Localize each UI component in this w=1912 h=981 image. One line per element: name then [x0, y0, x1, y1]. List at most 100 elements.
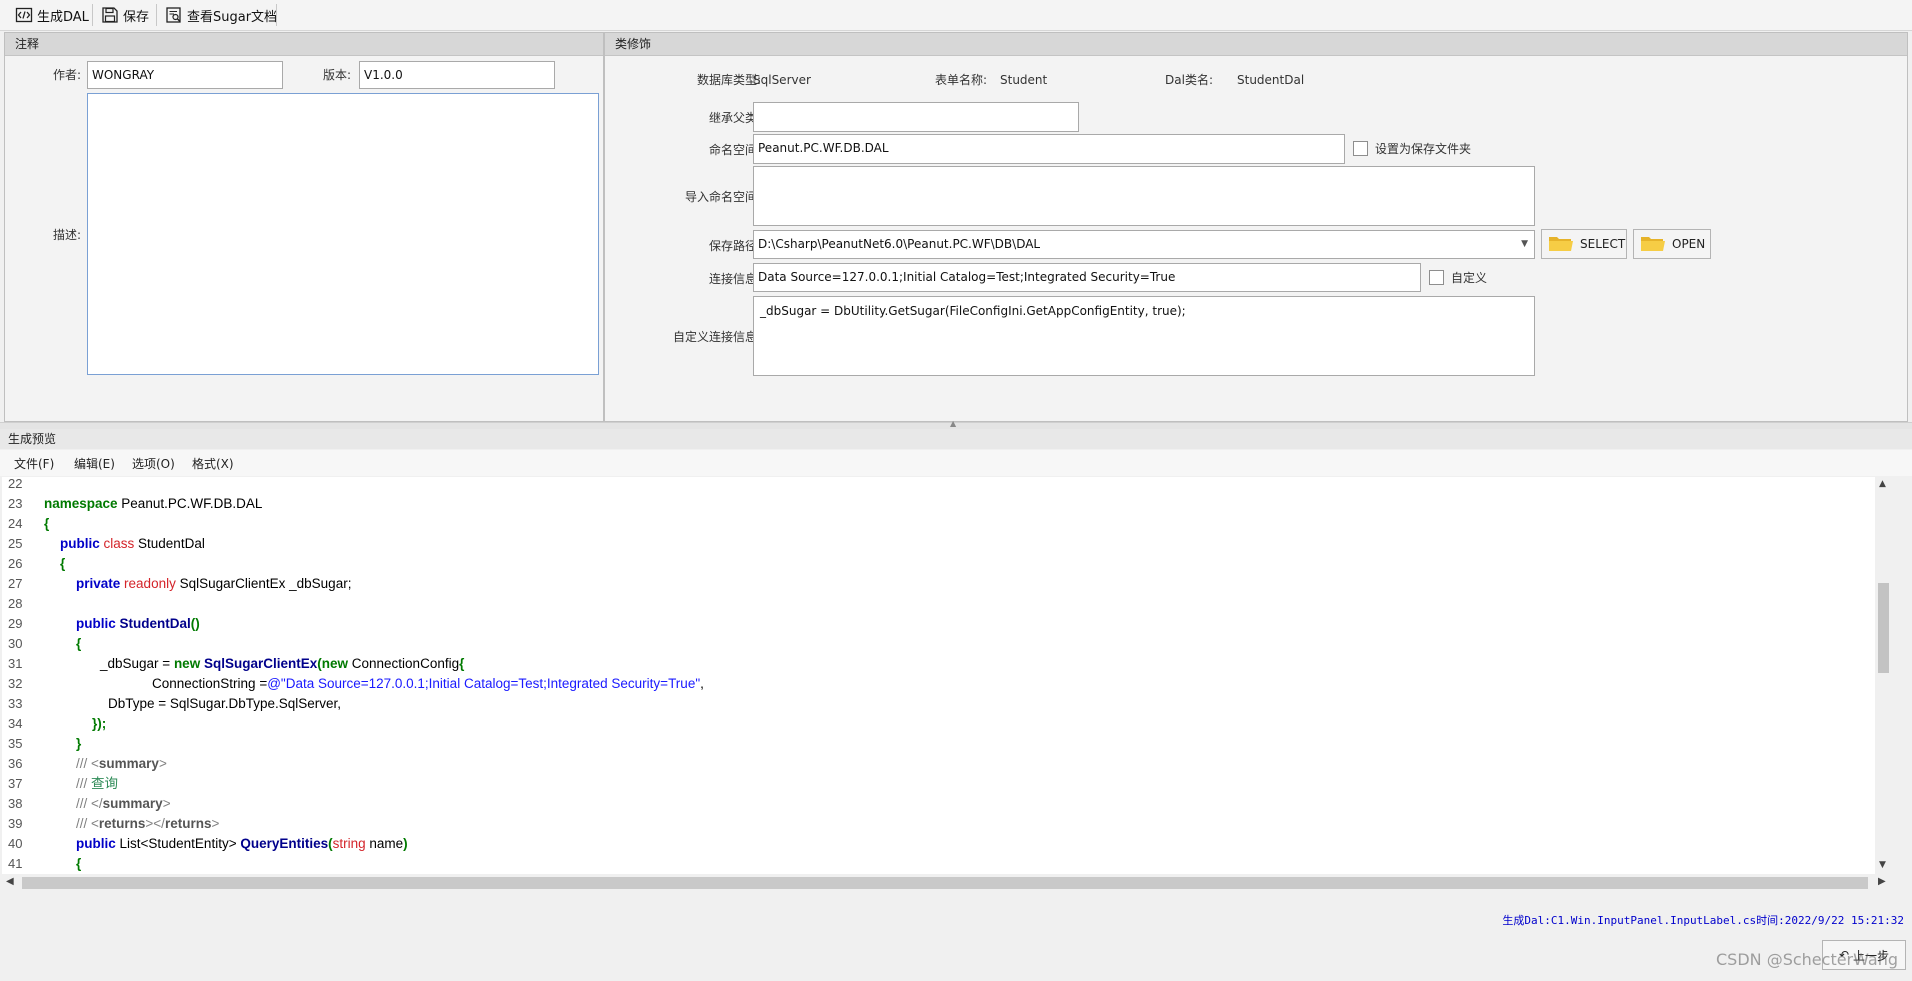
line-number: 28: [8, 596, 23, 611]
scroll-right-icon[interactable]: ▶: [1878, 876, 1886, 887]
line-number: 34: [8, 716, 23, 731]
code-line: _dbSugar = new SqlSugarClientEx(new Conn…: [100, 656, 465, 671]
status-text: 生成Dal:C1.Win.InputPanel.InputLabel.cs时间:…: [1502, 914, 1904, 927]
class-panel: 类修饰 数据库类型: SqlServer 表单名称: Student Dal类名…: [604, 32, 1908, 422]
line-number: 33: [8, 696, 23, 711]
import-namespace-label: 导入命名空间:: [684, 190, 761, 204]
open-button[interactable]: OPEN: [1633, 229, 1711, 259]
menu-edit[interactable]: 编辑(E): [74, 455, 115, 472]
vertical-scroll-thumb[interactable]: [1878, 583, 1889, 673]
comment-panel-title: 注释: [5, 33, 603, 56]
line-number: 25: [8, 536, 23, 551]
db-type-label: 数据库类型:: [696, 73, 761, 87]
line-number: 23: [8, 496, 23, 511]
collapse-icon[interactable]: ▲: [950, 419, 956, 428]
generate-dal-button[interactable]: 生成DAL: [10, 3, 94, 27]
code-line: private readonly SqlSugarClientEx _dbSug…: [76, 576, 352, 591]
code-line: {: [60, 556, 66, 571]
scroll-down-icon[interactable]: ▼: [1879, 860, 1886, 870]
document-search-icon: [165, 6, 183, 24]
save-folder-label: 设置为保存文件夹: [1375, 142, 1472, 156]
code-line: /// <summary>: [76, 756, 167, 771]
scroll-left-icon[interactable]: ◀: [6, 876, 14, 887]
code-line: {: [76, 856, 82, 871]
class-panel-title: 类修饰: [605, 33, 1907, 56]
version-label: 版本:: [322, 68, 351, 82]
line-number: 24: [8, 516, 23, 531]
code-editor[interactable]: 22 23 24 25 26 27 28 29 30 31 32 33 34 35 36 37 38 39 40 41…: [2, 477, 1892, 892]
menu-options[interactable]: 选项(O): [132, 455, 175, 472]
code-line: ConnectionString =@"Data Source=127.0.0.…: [152, 676, 704, 691]
horizontal-scrollbar[interactable]: ◀ ▶: [2, 874, 1892, 892]
save-icon: [101, 6, 119, 24]
namespace-label: 命名空间:: [708, 143, 761, 157]
custom-label: 自定义: [1451, 271, 1488, 285]
author-label: 作者:: [52, 68, 81, 82]
code-line: {: [44, 516, 50, 531]
view-docs-button[interactable]: 查看Sugar文档: [160, 3, 282, 27]
horizontal-scroll-thumb[interactable]: [22, 877, 1868, 889]
code-line: /// 查询: [76, 776, 119, 791]
author-field[interactable]: WONGRAY: [87, 61, 283, 89]
dal-class-value: StudentDal: [1237, 73, 1305, 87]
base-class-field[interactable]: [753, 102, 1079, 132]
import-namespace-field[interactable]: [753, 166, 1535, 226]
line-number: 31: [8, 656, 23, 671]
custom-connection-field[interactable]: _dbSugar = DbUtility.GetSugar(FileConfig…: [753, 296, 1535, 376]
line-number: 38: [8, 796, 23, 811]
custom-checkbox[interactable]: [1429, 270, 1444, 285]
preview-menu: 文件(F) 编辑(E) 选项(O) 格式(X): [0, 450, 1912, 476]
db-type-value: SqlServer: [753, 73, 811, 87]
chevron-down-icon[interactable]: ▼: [1521, 231, 1528, 257]
line-number: 30: [8, 636, 23, 651]
line-number: 37: [8, 776, 23, 791]
table-name-value: Student: [1000, 73, 1048, 87]
dal-class-label: Dal类名:: [1165, 73, 1213, 87]
preview-title: 生成预览: [0, 429, 1912, 449]
namespace-field[interactable]: Peanut.PC.WF.DB.DAL: [753, 134, 1345, 164]
folder-icon: [1640, 233, 1666, 256]
menu-format[interactable]: 格式(X): [192, 455, 234, 472]
line-number: 22: [8, 477, 23, 491]
save-button[interactable]: 保存: [96, 3, 154, 27]
line-number: 35: [8, 736, 23, 751]
save-path-label: 保存路径:: [708, 239, 761, 253]
toolbar: 生成DAL 保存 查看Sugar文档: [0, 0, 1912, 31]
line-number: 41: [8, 856, 23, 871]
code-line: });: [92, 716, 107, 731]
line-number: 26: [8, 556, 23, 571]
select-button[interactable]: SELECT: [1541, 229, 1627, 259]
save-folder-checkbox[interactable]: [1353, 141, 1368, 156]
folder-icon: [1548, 233, 1574, 256]
connection-field[interactable]: Data Source=127.0.0.1;Initial Catalog=Te…: [753, 263, 1421, 292]
line-number: 39: [8, 816, 23, 831]
status-area: 生成Dal:C1.Win.InputPanel.InputLabel.cs时间:…: [0, 894, 1912, 981]
version-field[interactable]: V1.0.0: [359, 61, 555, 89]
open-button-label: OPEN: [1672, 237, 1706, 251]
toolbar-separator: [92, 4, 93, 26]
comment-panel: 注释 作者: WONGRAY 版本: V1.0.0 描述:: [4, 32, 604, 422]
code-line: public class StudentDal: [60, 536, 205, 551]
line-number: 36: [8, 756, 23, 771]
line-number: 32: [8, 676, 23, 691]
code-line: public List<StudentEntity> QueryEntities…: [76, 836, 408, 851]
toolbar-separator: [276, 4, 277, 26]
line-number: 40: [8, 836, 23, 851]
menu-file[interactable]: 文件(F): [14, 455, 54, 472]
scroll-up-icon[interactable]: ▲: [1879, 479, 1886, 489]
code-line: DbType = SqlSugar.DbType.SqlServer,: [108, 696, 342, 711]
line-number: 29: [8, 616, 23, 631]
code-icon: [15, 6, 33, 24]
connection-label: 连接信息:: [708, 272, 761, 286]
table-name-label: 表单名称:: [934, 73, 987, 87]
select-button-label: SELECT: [1580, 237, 1626, 251]
generate-dal-label: 生成DAL: [37, 9, 89, 25]
code-line: public StudentDal(): [76, 616, 200, 631]
save-path-select[interactable]: D:\Csharp\PeanutNet6.0\Peanut.PC.WF\DB\D…: [753, 230, 1535, 259]
code-line: /// <returns></returns>: [76, 816, 220, 831]
toolbar-separator: [156, 4, 157, 26]
description-label: 描述:: [52, 228, 81, 242]
code-line: }: [76, 736, 82, 751]
description-field[interactable]: [87, 93, 599, 375]
vertical-scrollbar[interactable]: ▲ ▼: [1875, 477, 1892, 874]
